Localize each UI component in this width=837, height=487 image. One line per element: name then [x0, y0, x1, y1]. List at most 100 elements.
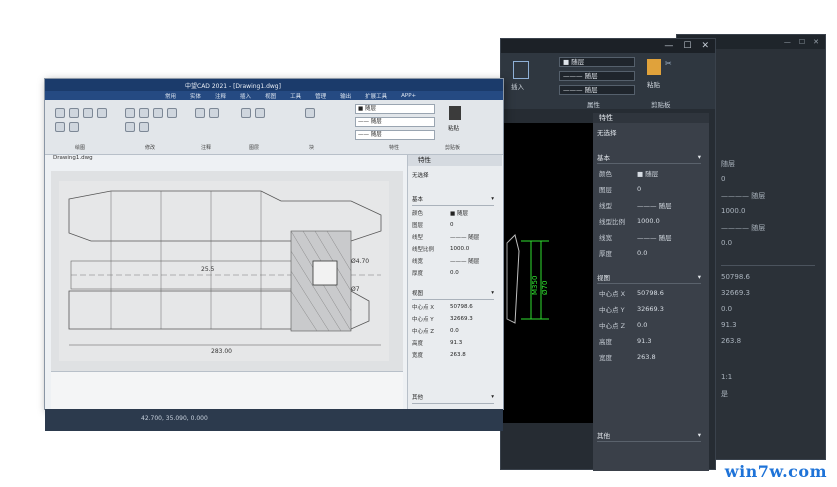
chevron-down-icon[interactable]: ▾	[698, 153, 701, 161]
lineweight-combo[interactable]: ——— 随层	[559, 85, 635, 95]
prop-row-ltscale[interactable]: 线型比例 1000.0	[412, 243, 498, 255]
section-basic[interactable]: 基本 ▾	[597, 151, 701, 164]
arc-tool-icon[interactable]	[97, 108, 107, 118]
line-tool-icon[interactable]	[55, 108, 65, 118]
layer-state-icon[interactable]	[255, 108, 265, 118]
prop-value: 50798.6	[450, 304, 473, 310]
minimize-icon[interactable]: —	[664, 41, 673, 51]
section-view[interactable]: 视图 ▾	[597, 271, 701, 284]
tab-ext-tools[interactable]: 扩展工具	[365, 92, 387, 100]
insert-button[interactable]: 插入	[511, 81, 524, 91]
rotate-tool-icon[interactable]	[153, 108, 163, 118]
mechanical-drawing: 283.00 Ø4.70 Ø7 25.5	[59, 181, 389, 361]
selection-combo[interactable]: 无选择	[412, 171, 472, 181]
command-line[interactable]	[51, 371, 403, 412]
dimension-tool-icon[interactable]	[209, 108, 219, 118]
prop-row-thickness[interactable]: 厚度 0.0	[599, 247, 701, 259]
layer-combo[interactable]: ■ 随层	[355, 104, 435, 114]
document-tab[interactable]: Drawing1.dwg	[53, 155, 93, 161]
prop-value: 1000.0	[721, 207, 746, 215]
prop-row-thickness[interactable]: 厚度 0.0	[412, 267, 498, 279]
hatch-tool-icon[interactable]	[69, 122, 79, 132]
section-other[interactable]: 其他 ▾	[412, 391, 494, 404]
close-icon[interactable]: ✕	[701, 41, 709, 51]
polyline-tool-icon[interactable]	[69, 108, 79, 118]
prop-key: 线宽	[412, 259, 424, 265]
prop-row-lineweight[interactable]: 线宽 ——— 随层	[412, 255, 498, 267]
prop-row-layer[interactable]: 图层 0	[412, 219, 498, 231]
prop-row-height[interactable]: 高度 91.3	[412, 337, 498, 349]
tab-solid[interactable]: 实体	[190, 92, 201, 100]
linetype-combo[interactable]: —— 随层	[355, 117, 435, 127]
dimension-label: Ø7	[351, 286, 360, 293]
section-basic-label: 基本	[597, 154, 610, 162]
selection-combo[interactable]: 无选择	[597, 127, 667, 139]
linetype-combo[interactable]: ——— 随层	[559, 71, 635, 81]
tab-view[interactable]: 视图	[265, 92, 276, 100]
paste-icon[interactable]	[647, 59, 661, 75]
minimize-icon[interactable]: —	[784, 38, 791, 46]
cut-icon[interactable]: ✂	[665, 59, 672, 68]
maximize-icon[interactable]: ☐	[799, 38, 805, 46]
tab-app-plus[interactable]: APP+	[401, 93, 416, 99]
drawing-canvas[interactable]: 283.00 Ø4.70 Ø7 25.5	[51, 171, 403, 371]
offset-tool-icon[interactable]	[139, 122, 149, 132]
layer-combo[interactable]: ■ 随层	[559, 57, 635, 67]
maximize-icon[interactable]: ☐	[683, 41, 691, 51]
tab-manage[interactable]: 管理	[315, 92, 326, 100]
prop-row-center-x[interactable]: 中心点 X 50798.6	[412, 301, 498, 313]
prop-row-linetype[interactable]: 线型 ——— 随层	[412, 231, 498, 243]
tab-home[interactable]: 常用	[165, 92, 176, 100]
dimension-label: Ø70	[541, 281, 549, 295]
paste-button[interactable]: 粘贴	[448, 124, 459, 132]
prop-row-center-x[interactable]: 中心点 X 50798.6	[599, 287, 701, 299]
rectangle-tool-icon[interactable]	[55, 122, 65, 132]
paste-icon[interactable]	[449, 106, 461, 120]
chevron-down-icon[interactable]: ▾	[491, 196, 494, 202]
layer-tool-icon[interactable]	[241, 108, 251, 118]
chevron-down-icon[interactable]: ▾	[491, 394, 494, 400]
section-other[interactable]: 其他 ▾	[597, 429, 701, 442]
lineweight-combo[interactable]: —— 随层	[355, 130, 435, 140]
prop-row-width[interactable]: 宽度 263.8	[599, 351, 701, 363]
prop-row-color[interactable]: 颜色 ■ 随层	[412, 207, 498, 219]
section-basic[interactable]: 基本 ▾	[412, 193, 494, 206]
chevron-down-icon[interactable]: ▾	[698, 273, 701, 281]
section-view-label: 视图	[597, 274, 610, 282]
tab-output[interactable]: 输出	[340, 92, 351, 100]
prop-row-ltscale[interactable]: 线型比例 1000.0	[599, 215, 701, 227]
ribbon: ■ 随层 —— 随层 —— 随层 粘贴 绘图 修改 注释 图层 块 特性 剪贴板	[45, 100, 503, 155]
paste-button[interactable]: 粘贴	[647, 79, 660, 89]
prop-row-center-y[interactable]: 中心点 Y 32669.3	[412, 313, 498, 325]
copy-tool-icon[interactable]	[139, 108, 149, 118]
trim-tool-icon[interactable]	[167, 108, 177, 118]
insert-block-icon[interactable]	[305, 108, 315, 118]
middle-window: — ☐ ✕ 插入 ■ 随层 ——— 随层 ——— 随层 粘贴 ✂ 属性 剪贴板 …	[500, 38, 716, 471]
prop-value: ■ 随层	[450, 211, 468, 217]
prop-row-layer[interactable]: 图层 0	[599, 183, 701, 195]
prop-row-center-z[interactable]: 中心点 Z 0.0	[599, 319, 701, 331]
tab-tools[interactable]: 工具	[290, 92, 301, 100]
move-tool-icon[interactable]	[125, 108, 135, 118]
insert-icon[interactable]	[513, 61, 529, 79]
mirror-tool-icon[interactable]	[125, 122, 135, 132]
prop-row-width[interactable]: 宽度 263.8	[412, 349, 498, 361]
tab-insert[interactable]: 插入	[240, 92, 251, 100]
prop-row-linetype[interactable]: 线型 ——— 随层	[599, 199, 701, 211]
prop-row-lineweight[interactable]: 线宽 ——— 随层	[599, 231, 701, 243]
prop-key: 颜色	[599, 170, 612, 178]
text-tool-icon[interactable]	[195, 108, 205, 118]
section-view[interactable]: 视图 ▾	[412, 287, 494, 300]
prop-row-center-z[interactable]: 中心点 Z 0.0	[412, 325, 498, 337]
drawing-canvas[interactable]: M350 Ø70	[501, 123, 593, 423]
chevron-down-icon[interactable]: ▾	[491, 290, 494, 296]
chevron-down-icon[interactable]: ▾	[698, 431, 701, 439]
circle-tool-icon[interactable]	[83, 108, 93, 118]
prop-value: ——— 随层	[637, 202, 672, 210]
prop-row-center-y[interactable]: 中心点 Y 32669.3	[599, 303, 701, 315]
tab-annotate[interactable]: 注释	[215, 92, 226, 100]
prop-row-height[interactable]: 高度 91.3	[599, 335, 701, 347]
prop-row-color[interactable]: 颜色 ■ 随层	[599, 167, 701, 179]
close-icon[interactable]: ✕	[813, 38, 819, 46]
window-title: 中望CAD 2021 - [Drawing1.dwg]	[45, 79, 503, 91]
